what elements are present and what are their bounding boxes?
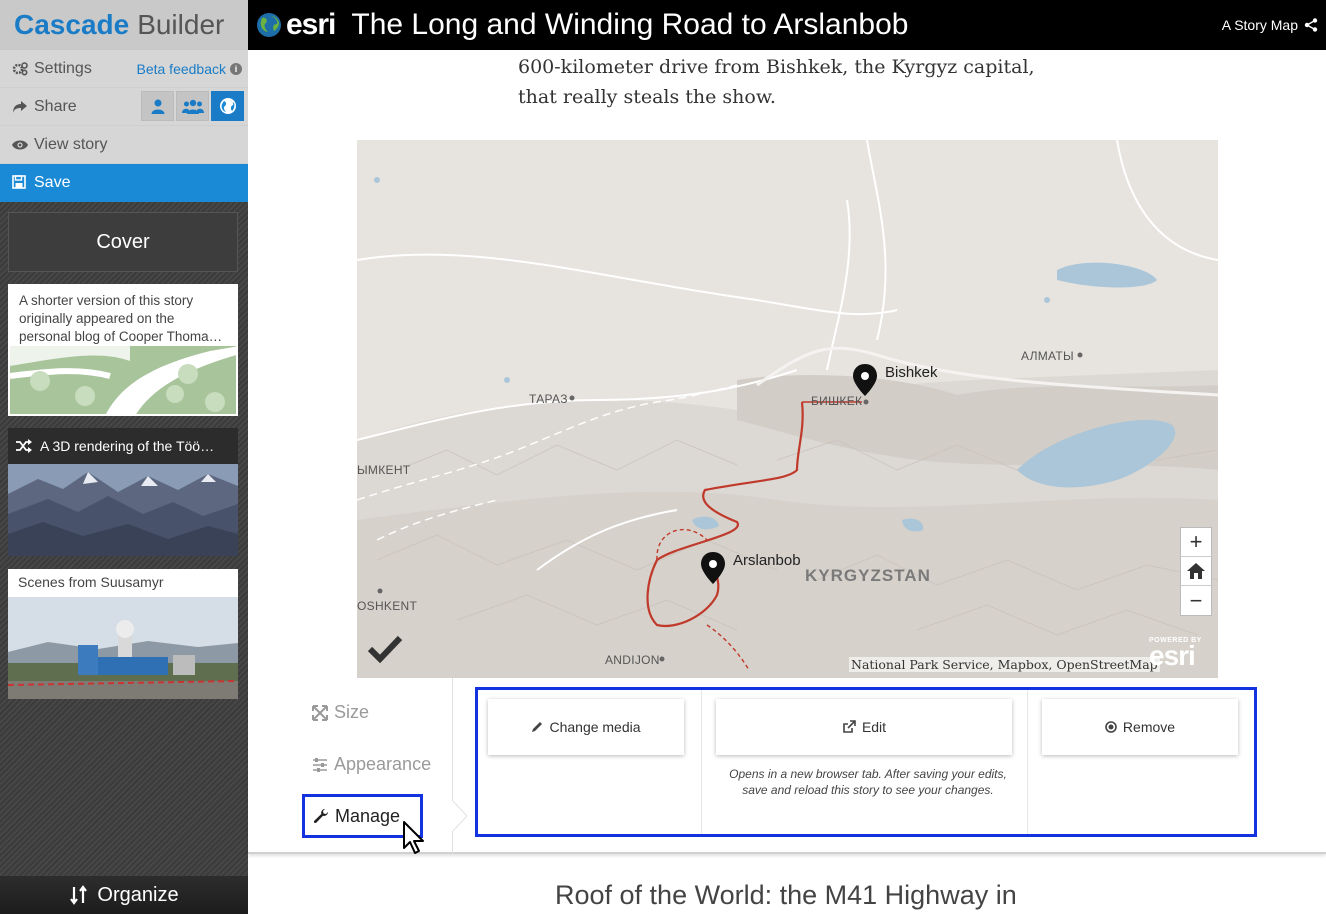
- external-link-icon: [842, 720, 856, 734]
- beta-feedback-label: Beta feedback: [136, 61, 226, 77]
- home-button[interactable]: [1181, 557, 1211, 586]
- section-card-3d-label: A 3D rendering of the Töö…: [40, 438, 215, 454]
- settings-label: Settings: [34, 59, 92, 77]
- map-label-andijon: ANDIJON: [605, 653, 660, 667]
- section-card-intro-thumbnail: [10, 346, 236, 414]
- change-media-button[interactable]: Change media: [488, 699, 684, 755]
- map-zoom-controls: + −: [1180, 527, 1212, 616]
- shuffle-icon: [16, 439, 32, 453]
- pin-label-bishkek[interactable]: Bishkek: [885, 364, 938, 381]
- view-story-menu[interactable]: View story: [0, 126, 248, 164]
- gear-icon: [12, 61, 28, 77]
- story-type-link[interactable]: A Story Map: [1222, 17, 1318, 33]
- section-card-suusamyr-thumbnail: [8, 597, 238, 699]
- story-title: The Long and Winding Road to Arslanbob: [351, 8, 909, 41]
- section-card-3d-thumbnail: [8, 464, 238, 556]
- sliders-icon: [312, 757, 328, 773]
- share-public-button[interactable]: [211, 91, 244, 121]
- story-intro-paragraph: 600-kilometer drive from Bishkek, the Ky…: [518, 56, 1035, 108]
- share-menu[interactable]: Share: [0, 88, 248, 126]
- home-icon: [1187, 563, 1205, 579]
- remove-button[interactable]: Remove: [1042, 699, 1238, 755]
- pin-label-arslanbob[interactable]: Arslanbob: [733, 552, 801, 569]
- organize-label: Organize: [97, 883, 179, 906]
- section-card-3d-title: A 3D rendering of the Töö…: [8, 428, 238, 464]
- edit-button[interactable]: Edit: [716, 699, 1012, 755]
- remove-column: Remove: [1028, 690, 1254, 834]
- tab-manage-label: Manage: [335, 805, 401, 826]
- share-icon: [1304, 18, 1318, 32]
- share-organization-button[interactable]: [176, 91, 209, 121]
- map-label-bishkek-ru: БИШКЕК: [811, 394, 863, 408]
- brand-cascade: Cascade: [14, 9, 130, 40]
- zoom-in-button[interactable]: +: [1181, 528, 1211, 557]
- eye-icon: [12, 137, 28, 153]
- map-label-country: KYRGYZSTAN: [805, 566, 931, 585]
- change-media-column: Change media: [478, 690, 702, 834]
- settings-menu[interactable]: Settings Beta feedback i: [0, 50, 248, 88]
- next-section-heading: Roof of the World: the M41 Highway in: [555, 880, 1017, 910]
- section-card-suusamyr-title: Scenes from Suusamyr: [18, 574, 164, 590]
- story-type-label: A Story Map: [1221, 17, 1298, 33]
- checkmark-icon[interactable]: [367, 634, 403, 664]
- manage-actions: Change media Edit Opens in a new browser…: [475, 687, 1257, 837]
- pencil-icon: [531, 721, 543, 733]
- esri-map-logo: esri: [1149, 640, 1196, 671]
- beta-feedback-link[interactable]: Beta feedback i: [136, 61, 242, 77]
- user-icon: [151, 99, 164, 114]
- tab-size[interactable]: Size: [312, 702, 369, 723]
- share-arrow-icon: [12, 99, 28, 115]
- powered-by-esri[interactable]: POWERED BY esri: [1149, 637, 1202, 671]
- save-label: Save: [34, 174, 71, 191]
- tab-size-label: Size: [334, 702, 370, 722]
- map-label-shymkent: ЫМКЕНТ: [357, 463, 411, 477]
- map-label-almaty: АЛМАТЫ: [1021, 349, 1074, 363]
- group-icon: [181, 99, 204, 114]
- tab-pointer: [452, 800, 468, 832]
- esri-globe-icon: [257, 13, 281, 37]
- section-card-3d[interactable]: A 3D rendering of the Töö…: [8, 428, 238, 556]
- edit-label: Edit: [861, 719, 887, 735]
- section-card-intro[interactable]: A shorter version of this story original…: [8, 284, 238, 416]
- save-button[interactable]: Save: [0, 164, 248, 202]
- cover-label: Cover: [96, 230, 150, 253]
- wrench-icon: [313, 808, 329, 824]
- save-icon: [12, 175, 28, 191]
- cover-section-card[interactable]: Cover: [8, 212, 238, 272]
- builder-sidebar: Cascade Builder Settings Beta feedback i…: [0, 0, 248, 914]
- expand-icon: [312, 704, 328, 721]
- esri-logo[interactable]: esri: [256, 8, 336, 42]
- map-label-taraz: ТАРАЗ: [529, 392, 568, 406]
- change-media-label: Change media: [549, 719, 641, 735]
- map-attribution[interactable]: National Park Service, Mapbox, OpenStree…: [849, 657, 1160, 672]
- remove-circle-icon: [1105, 721, 1117, 733]
- sort-arrows-icon: [70, 885, 88, 905]
- story-map[interactable]: ТАРАЗ БИШКЕК АЛМАТЫ ЫМКЕНТ OSHKENT ANDIJ…: [357, 140, 1218, 678]
- mouse-cursor-icon: [403, 821, 424, 854]
- map-basemap: [357, 140, 1218, 678]
- builder-brand: Cascade Builder: [0, 0, 248, 50]
- info-icon: i: [230, 63, 242, 75]
- globe-icon: [219, 98, 236, 114]
- story-header: esri The Long and Winding Road to Arslan…: [248, 0, 1326, 50]
- tab-appearance[interactable]: Appearance: [312, 754, 431, 775]
- organize-button[interactable]: Organize: [0, 876, 248, 914]
- zoom-out-button[interactable]: −: [1181, 586, 1211, 615]
- share-level-buttons: [139, 91, 244, 121]
- share-label: Share: [34, 97, 77, 115]
- section-card-intro-text: A shorter version of this story original…: [19, 293, 223, 344]
- tab-appearance-label: Appearance: [334, 754, 432, 774]
- edit-note: Opens in a new browser tab. After saving…: [729, 767, 1007, 797]
- esri-wordmark: esri: [286, 8, 336, 41]
- map-label-tashkent: OSHKENT: [357, 599, 418, 613]
- brand-builder: Builder: [137, 9, 225, 40]
- remove-label: Remove: [1122, 719, 1176, 735]
- section-card-suusamyr[interactable]: Scenes from Suusamyr: [8, 569, 238, 699]
- view-story-label: View story: [34, 135, 108, 153]
- share-private-button[interactable]: [141, 91, 174, 121]
- edit-column: Edit: [702, 690, 1028, 834]
